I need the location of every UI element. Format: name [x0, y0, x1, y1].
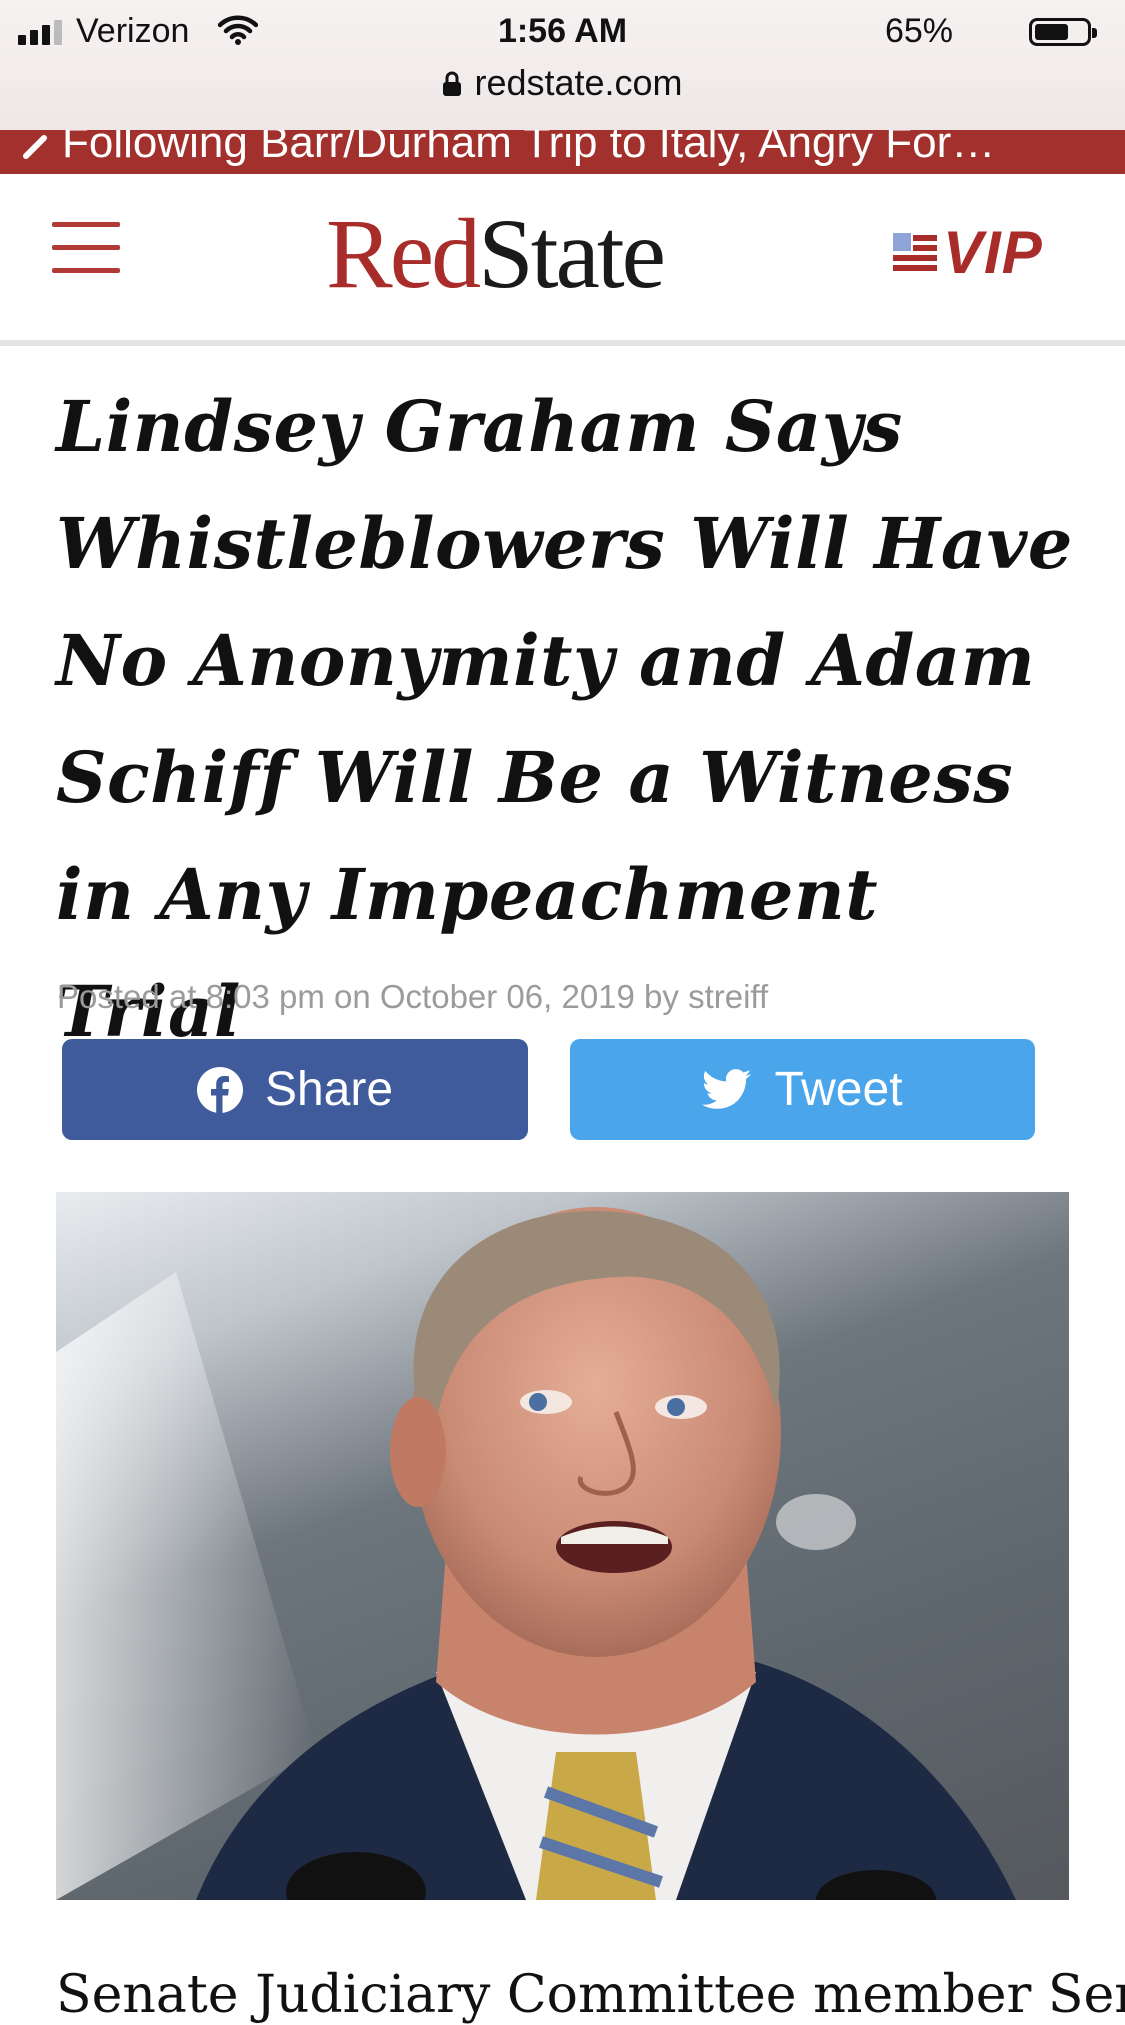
share-label: Share	[264, 1063, 394, 1116]
site-logo[interactable]: RedState	[326, 196, 666, 311]
chevron-icon	[22, 130, 50, 165]
vip-label: VIP	[943, 219, 1043, 286]
logo-dark: State	[478, 198, 666, 309]
article-headline: Lindsey Graham Says Whistleblowers Will …	[56, 385, 1073, 1053]
tweet-label: Tweet	[774, 1063, 903, 1116]
trending-bar[interactable]: Following Barr/Durham Trip to Italy, Ang…	[0, 130, 1125, 174]
twitter-icon	[702, 1068, 752, 1111]
browser-chrome: Verizon 1:56 AM 65% redstate.com	[0, 0, 1125, 130]
share-button[interactable]: Share	[62, 1039, 528, 1140]
hamburger-icon[interactable]	[52, 216, 122, 276]
tweet-button[interactable]: Tweet	[570, 1039, 1035, 1140]
facebook-icon	[196, 1066, 243, 1113]
trending-headline[interactable]: Following Barr/Durham Trip to Italy, Ang…	[62, 130, 1102, 168]
photo-illustration	[56, 1207, 1016, 1900]
lock-icon	[442, 64, 462, 106]
logo-red: Red	[326, 198, 481, 309]
url-text: redstate.com	[474, 62, 683, 103]
vip-link[interactable]: VIP	[893, 218, 1043, 287]
article-byline: Posted at 8:03 pm on October 06, 2019 by…	[57, 978, 769, 1015]
site-header: RedState VIP	[0, 174, 1125, 346]
battery-percent: 65%	[884, 12, 953, 50]
article-body-start: Senate Judiciary Committee member Sen.	[56, 1965, 1125, 2025]
article-photo	[56, 1192, 1069, 1900]
battery-icon	[1029, 18, 1097, 46]
flag-icon	[893, 231, 937, 275]
status-bar: Verizon 1:56 AM 65%	[0, 8, 1125, 54]
address-bar[interactable]: redstate.com	[0, 62, 1125, 106]
clock: 1:56 AM	[497, 12, 628, 50]
